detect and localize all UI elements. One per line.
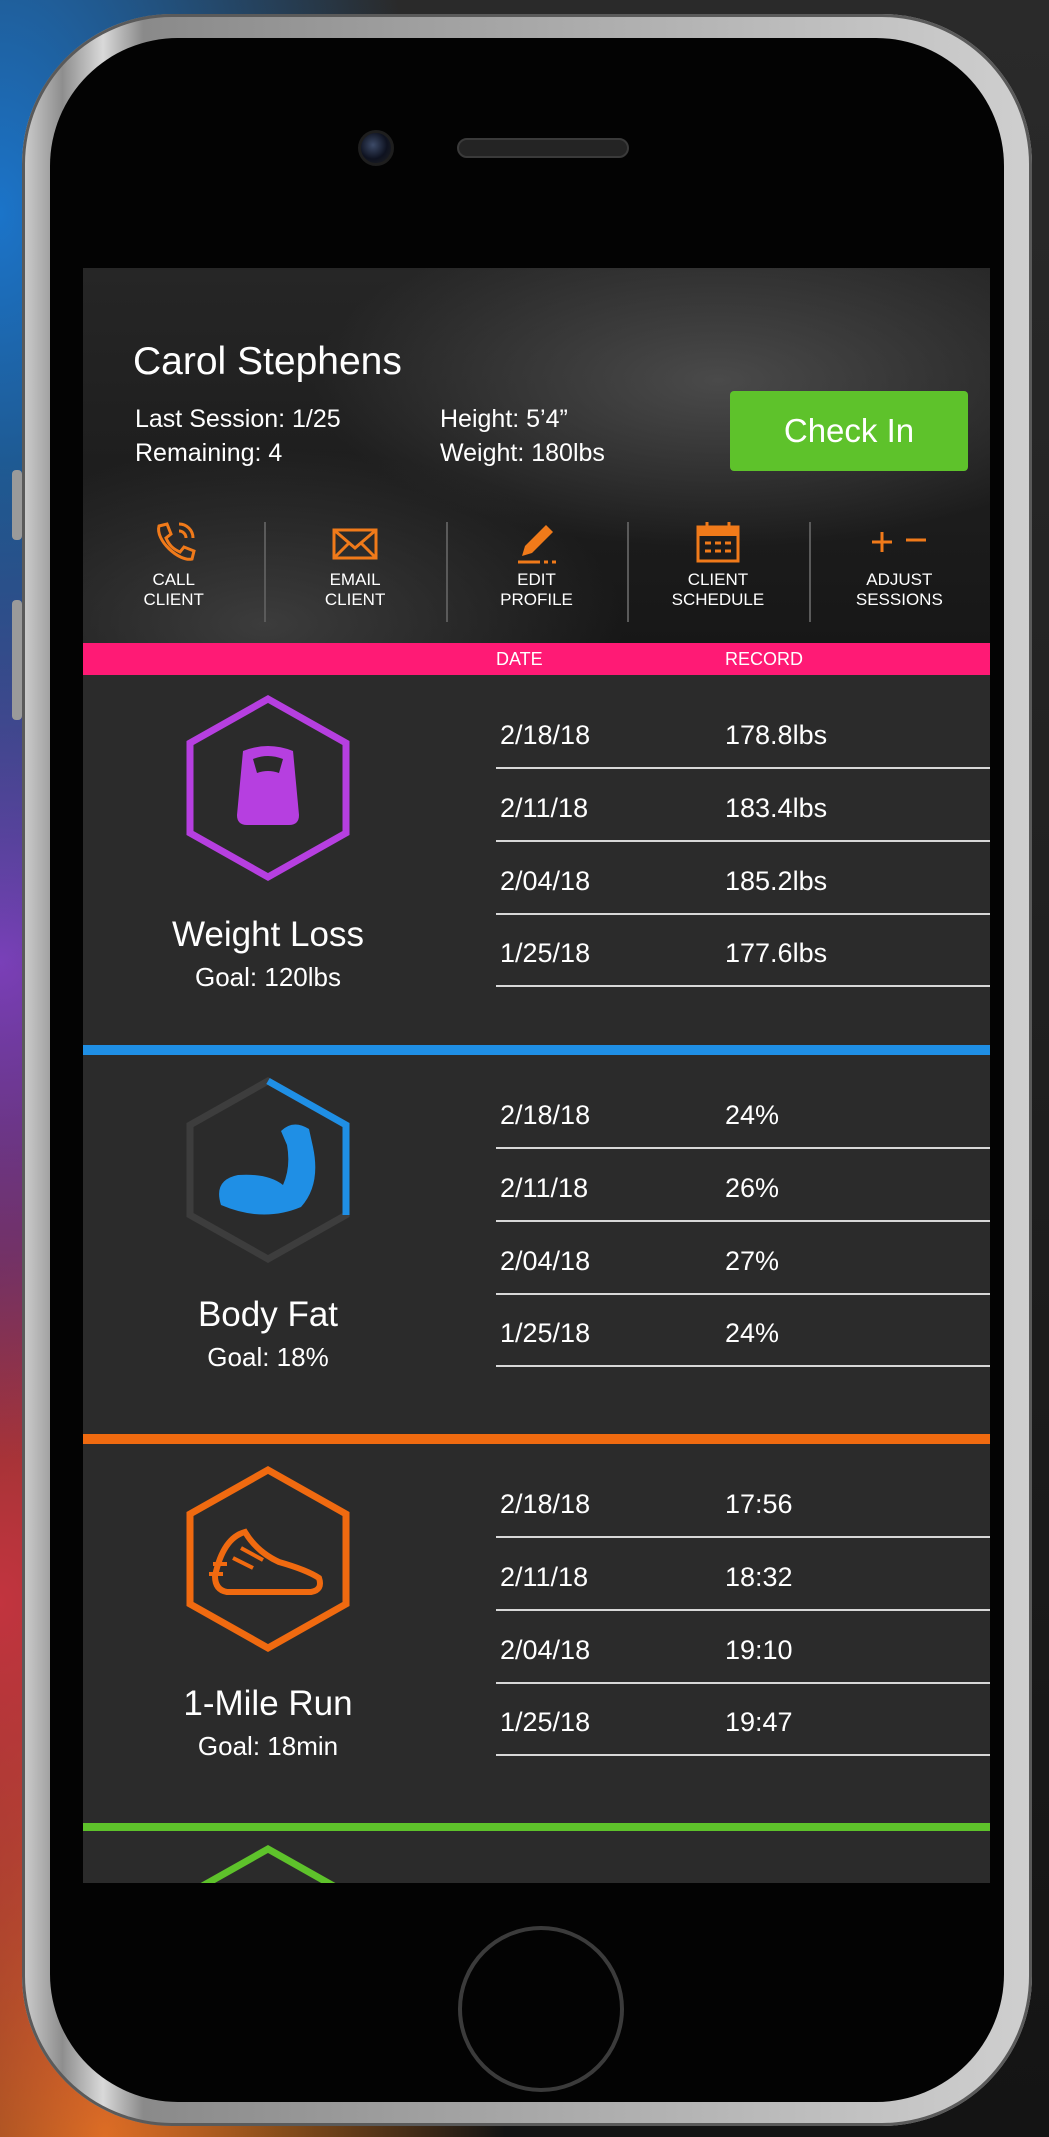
body-fat-row: 2/04/18 27% xyxy=(496,1221,990,1295)
mile-run-goal: Goal: 18min xyxy=(197,1731,339,1761)
body-stats: Height: 5’4” Weight: 180lbs xyxy=(440,402,605,470)
row-record: 185.2lbs xyxy=(725,866,828,896)
mile-run-row: 2/18/18 17:56 xyxy=(496,1464,990,1538)
adjust-sessions-label: ADJUST SESSIONS xyxy=(855,570,943,609)
body-fat-row: 1/25/18 24% xyxy=(496,1293,990,1367)
row-date: 2/11/18 xyxy=(500,793,589,823)
row-date: 2/04/18 xyxy=(500,1635,591,1665)
calendar-icon xyxy=(696,522,740,563)
weight-loss-section[interactable]: Weight Loss Goal: 120lbs 2/18/18 178.8lbs… xyxy=(83,675,990,1045)
action-bar: CALL CLIENT EMAIL CLIENT EDIT PROFILE CL… xyxy=(83,508,990,643)
weight-loss-title: Weight Loss xyxy=(172,915,364,954)
mile-run-row: 2/11/18 18:32 xyxy=(496,1537,990,1611)
row-date: 2/18/18 xyxy=(500,1100,591,1130)
email-client-button[interactable]: EMAIL CLIENT xyxy=(264,508,445,643)
row-record: 24% xyxy=(725,1100,780,1130)
row-record: 178.8lbs xyxy=(725,720,828,750)
row-date: 1/25/18 xyxy=(500,938,591,968)
next-metric-hexagon xyxy=(200,1844,336,1883)
remaining-sessions: Remaining: 4 xyxy=(135,439,283,467)
date-column-header: DATE xyxy=(496,649,543,669)
adjust-sessions-button[interactable]: ADJUST SESSIONS xyxy=(808,508,990,643)
row-record: 18:32 xyxy=(725,1562,793,1592)
row-date: 1/25/18 xyxy=(500,1318,591,1348)
row-date: 1/25/18 xyxy=(500,1707,591,1737)
row-record: 24% xyxy=(725,1318,780,1348)
client-name: Carol Stephens xyxy=(133,340,402,383)
record-column-header: RECORD xyxy=(725,649,804,669)
table-header-bar: DATE RECORD xyxy=(83,643,990,675)
mile-run-row: 2/04/18 19:10 xyxy=(496,1610,990,1684)
row-record: 183.4lbs xyxy=(725,793,828,823)
next-metric-section[interactable] xyxy=(83,1823,990,1883)
body-fat-goal: Goal: 18% xyxy=(207,1342,329,1372)
client-schedule-label: CLIENT SCHEDULE xyxy=(671,570,765,609)
edit-profile-button[interactable]: EDIT PROFILE xyxy=(445,508,627,643)
front-camera xyxy=(358,130,394,166)
mile-run-title: 1-Mile Run xyxy=(183,1684,353,1723)
client-schedule-button[interactable]: CLIENT SCHEDULE xyxy=(627,508,808,643)
scale-icon xyxy=(186,694,350,882)
row-date: 2/11/18 xyxy=(500,1562,589,1592)
envelope-icon xyxy=(332,528,378,560)
weight-loss-row: 1/25/18 177.6lbs xyxy=(496,913,990,987)
row-record: 27% xyxy=(725,1246,780,1276)
mile-run-section[interactable]: 1-Mile Run Goal: 18min 2/18/18 17:56 2/11… xyxy=(83,1434,990,1823)
row-record: 19:10 xyxy=(725,1635,793,1665)
home-button[interactable] xyxy=(458,1926,624,2092)
body-fat-row: 2/11/18 26% xyxy=(496,1148,990,1222)
check-in-button[interactable]: Check In xyxy=(730,391,968,471)
body-fat-title: Body Fat xyxy=(197,1295,339,1334)
weight-loss-goal: Goal: 120lbs xyxy=(195,962,341,992)
row-record: 19:47 xyxy=(725,1707,793,1737)
row-date: 2/04/18 xyxy=(500,866,591,896)
row-record: 177.6lbs xyxy=(725,938,828,968)
row-date: 2/11/18 xyxy=(500,1173,589,1203)
earpiece-speaker xyxy=(457,138,629,158)
running-shoe-icon xyxy=(186,1465,350,1653)
row-date: 2/18/18 xyxy=(500,1489,591,1519)
mute-switch xyxy=(12,470,22,540)
body-fat-row: 2/18/18 24% xyxy=(496,1075,990,1149)
flexed-arm-icon xyxy=(186,1076,350,1264)
plus-minus-icon xyxy=(872,532,927,552)
call-client-label: CALL CLIENT xyxy=(143,570,204,609)
mile-run-hexagon xyxy=(183,1464,353,1654)
call-client-button[interactable]: CALL CLIENT xyxy=(83,508,264,643)
email-client-label: EMAIL CLIENT xyxy=(324,570,386,609)
edit-profile-label: EDIT PROFILE xyxy=(500,570,573,609)
row-record: 26% xyxy=(725,1173,780,1203)
weight-loss-row: 2/18/18 178.8lbs xyxy=(496,695,990,769)
row-date: 2/18/18 xyxy=(500,720,591,750)
pencil-icon xyxy=(517,525,556,564)
row-date: 2/04/18 xyxy=(500,1246,591,1276)
last-session: Last Session: 1/25 xyxy=(135,405,341,433)
mile-run-row: 1/25/18 19:47 xyxy=(496,1682,990,1756)
phone-icon xyxy=(156,522,196,561)
client-header: Carol Stephens Last Session: 1/25 Remain… xyxy=(83,268,990,643)
volume-up-button xyxy=(12,600,22,720)
body-fat-hexagon xyxy=(183,1075,353,1265)
row-record: 17:56 xyxy=(725,1489,793,1519)
body-fat-section[interactable]: Body Fat Goal: 18% 2/18/18 24% 2/11/18 26%… xyxy=(83,1045,990,1434)
weight-loss-hexagon xyxy=(183,693,353,883)
weight-loss-row: 2/11/18 183.4lbs xyxy=(496,768,990,842)
client-height: Height: 5’4” xyxy=(440,405,568,433)
client-weight: Weight: 180lbs xyxy=(440,439,605,467)
session-stats: Last Session: 1/25 Remaining: 4 xyxy=(135,402,341,470)
app-screen: Carol Stephens Last Session: 1/25 Remain… xyxy=(83,268,990,1883)
weight-loss-row: 2/04/18 185.2lbs xyxy=(496,841,990,915)
